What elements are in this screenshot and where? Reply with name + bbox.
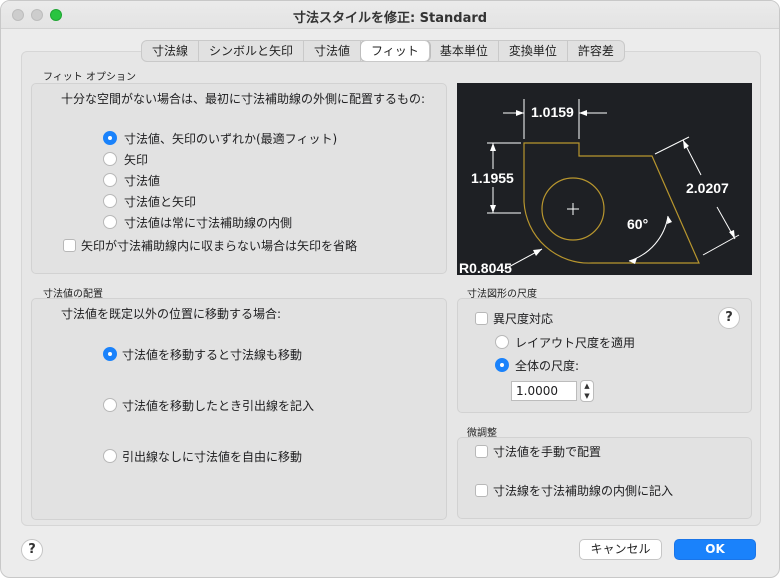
tab-alternate-units[interactable]: 変換単位 [499, 41, 568, 61]
preview-dim-text-slant: 2.0207 [686, 180, 729, 196]
scale-radio-overall[interactable] [495, 358, 509, 372]
fit-radio-best-fit[interactable] [103, 131, 117, 145]
fit-radio-arrows-label: 矢印 [124, 153, 149, 167]
preview-arrow-right [579, 110, 587, 116]
scale-radio-layout[interactable] [495, 335, 509, 349]
text-placement-question: 寸法値を既定以外の位置に移動する場合: [61, 307, 282, 321]
fit-radio-text-and-arrows-label: 寸法値と矢印 [124, 195, 197, 209]
placement-radio-add-leader-label: 寸法値を移動したとき引出線を記入 [122, 399, 315, 413]
placement-radio-add-leader[interactable] [103, 398, 117, 412]
tab-text[interactable]: 寸法値 [304, 41, 362, 61]
fit-options-question: 十分な空間がない場合は、最初に寸法補助線の外側に配置するもの: [61, 92, 426, 106]
title-bar: 寸法スタイルを修正: Standard [1, 1, 779, 29]
preview-arrow-slant-top [683, 140, 689, 149]
fit-radio-text-and-arrows[interactable] [103, 194, 117, 208]
tab-bar: 寸法線 シンボルと矢印 寸法値 フィット 基本単位 変換単位 許容差 [141, 40, 625, 62]
place-text-manually-label: 寸法値を手動で配置 [493, 445, 602, 459]
annotative-label: 異尺度対応 [493, 312, 554, 326]
stepper-down-icon[interactable]: ▼ [584, 392, 589, 400]
overall-scale-stepper[interactable]: ▲ ▼ [580, 380, 594, 402]
stepper-up-icon[interactable]: ▲ [584, 382, 589, 390]
preview-arrow-bottom [490, 205, 496, 213]
fit-radio-text-label: 寸法値 [124, 174, 161, 188]
preview-part-outline [523, 142, 700, 264]
fit-radio-text-inside-label: 寸法値は常に寸法補助線の内側 [124, 216, 293, 230]
ok-button[interactable]: OK [674, 539, 756, 560]
scale-help-button[interactable]: ? [718, 307, 740, 329]
preview-arrow-top [490, 143, 496, 151]
tab-tolerances[interactable]: 許容差 [568, 41, 624, 61]
place-text-manually-checkbox[interactable] [475, 445, 488, 458]
preview-arrow-left [516, 110, 524, 116]
placement-radio-no-leader[interactable] [103, 449, 117, 463]
overall-scale-input[interactable]: 1.0000 [511, 381, 577, 401]
scale-radio-overall-label: 全体の尺度: [515, 359, 580, 373]
tab-dimension-lines[interactable]: 寸法線 [142, 41, 200, 61]
tab-primary-units[interactable]: 基本単位 [430, 41, 499, 61]
dimension-style-dialog: 寸法スタイルを修正: Standard 寸法線 シンボルと矢印 寸法値 フィット… [0, 0, 780, 578]
preview-dim-text-width: 1.0159 [531, 104, 574, 120]
fit-radio-best-fit-label: 寸法値、矢印のいずれか(最適フィット) [124, 132, 338, 146]
tab-symbols-arrows[interactable]: シンボルと矢印 [199, 41, 305, 61]
preview-dim-text-radius: R0.8045 [459, 260, 512, 275]
preview-drawing: 1.0159 1.1955 2.0207 60° R0.8045 [459, 99, 740, 275]
preview-arrow-radius [533, 249, 542, 256]
window-title: 寸法スタイルを修正: Standard [292, 11, 488, 26]
fit-radio-text-inside[interactable] [103, 215, 117, 229]
annotative-checkbox[interactable] [475, 312, 488, 325]
fit-radio-arrows[interactable] [103, 152, 117, 166]
dialog-help-button[interactable]: ? [21, 539, 43, 561]
placement-radio-move-dim-line[interactable] [103, 347, 117, 361]
suppress-arrows-checkbox[interactable] [63, 239, 76, 252]
preview-arrow-slant-bottom [729, 230, 735, 239]
draw-dim-line-inside-label: 寸法線を寸法補助線の内側に記入 [493, 484, 674, 498]
preview-dim-text-height: 1.1955 [471, 170, 514, 186]
fit-options-label: フィット オプション [43, 72, 136, 83]
placement-radio-no-leader-label: 引出線なしに寸法値を自由に移動 [122, 450, 303, 464]
draw-dim-line-inside-checkbox[interactable] [475, 484, 488, 497]
preview-dim-text-angle: 60° [627, 216, 648, 232]
scale-radio-layout-label: レイアウト尺度を適用 [515, 336, 636, 350]
dimension-preview: 1.0159 1.1955 2.0207 60° R0.8045 [457, 83, 752, 275]
preview-extension-line-slant-bottom [702, 234, 740, 256]
fit-radio-text[interactable] [103, 173, 117, 187]
suppress-arrows-label: 矢印が寸法補助線内に収まらない場合は矢印を省略 [81, 239, 358, 253]
cancel-button[interactable]: キャンセル [579, 539, 662, 560]
placement-radio-move-dim-line-label: 寸法値を移動すると寸法線も移動 [122, 348, 303, 362]
tab-fit[interactable]: フィット [361, 41, 430, 61]
